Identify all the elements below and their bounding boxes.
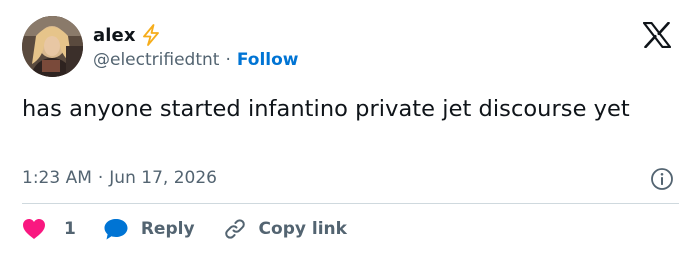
info-icon[interactable]	[649, 166, 675, 192]
timestamp-separator: ·	[97, 168, 104, 188]
x-logo-icon[interactable]	[636, 20, 678, 50]
copy-link-button[interactable]: Copy link	[223, 217, 347, 241]
divider	[22, 203, 679, 204]
tweet-actions: 1 Reply Copy link	[22, 215, 347, 243]
follow-button[interactable]: Follow	[237, 50, 299, 70]
author-handle-row: @electrifiedtnt · Follow	[93, 48, 299, 72]
reply-label: Reply	[140, 219, 195, 239]
tweet-time[interactable]: 1:23 AM	[22, 168, 92, 188]
tweet-date[interactable]: Jun 17, 2026	[109, 168, 217, 188]
lightning-bolt-icon	[142, 24, 160, 46]
heart-icon	[22, 217, 48, 241]
link-icon	[223, 217, 247, 241]
like-button[interactable]: 1	[22, 217, 76, 241]
avatar-image	[22, 16, 83, 77]
reply-button[interactable]: Reply	[103, 217, 195, 241]
tweet-timestamp[interactable]: 1:23 AM · Jun 17, 2026	[22, 166, 217, 190]
tweet-text: has anyone started infantino private jet…	[22, 96, 630, 122]
avatar[interactable]	[22, 16, 83, 77]
copy-link-label: Copy link	[258, 219, 347, 239]
reply-bubble-icon	[103, 217, 129, 241]
author-handle[interactable]: @electrifiedtnt	[93, 50, 219, 70]
handle-separator: ·	[225, 50, 231, 70]
like-count: 1	[64, 219, 76, 239]
author-name-row: alex	[93, 22, 160, 48]
author-name[interactable]: alex	[93, 25, 136, 46]
